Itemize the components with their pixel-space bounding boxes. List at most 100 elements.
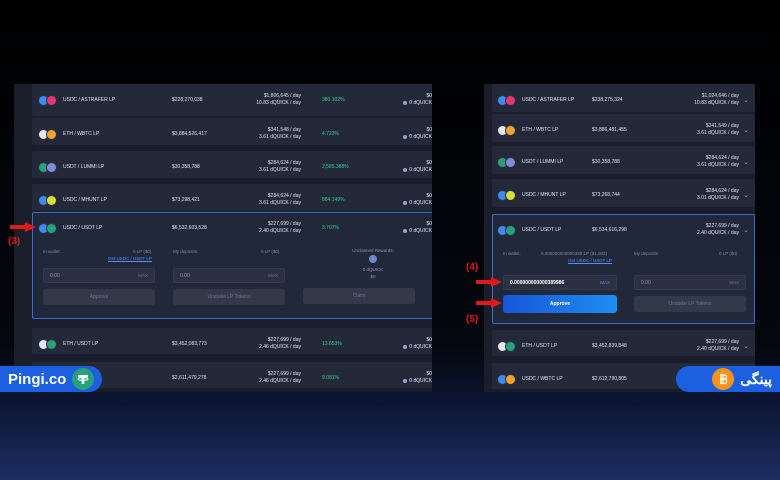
pair-cell: USDC / USDT LP (38, 212, 102, 244)
farm-row[interactable]: USDC / USDT LP $6,532,603,528 $227,699 / d… (32, 212, 432, 244)
unstake-amount-input[interactable]: 0.00 MAX (634, 275, 746, 290)
chevron-down-icon[interactable]: ⌄ (743, 226, 749, 234)
pair-cell: ETH / USDT LP (38, 328, 98, 360)
dquick-token-icon (369, 255, 377, 263)
reward-usd: $227,699 / day (705, 223, 739, 229)
reward-dquick: 2.46 dQUICK / day (259, 378, 301, 384)
get-lp-link[interactable]: Get USDC / USDT LP (568, 258, 612, 263)
earned-cell: $0 0 dQUICK (403, 151, 432, 183)
unclaimed-label: Unclaimed Rewards: (352, 248, 394, 253)
farm-row[interactable]: USDC / ASTRAFER LP $228,270,038 $1,806,645… (32, 84, 432, 116)
reward-dquick: 3.61 dQUICK / day (697, 162, 739, 168)
tvl-value: $73,298,421 (172, 196, 200, 203)
pair-name: USDC / USDT LP (522, 227, 562, 233)
farm-row[interactable]: ETH / USDT LP $3,452,839,848 $227,699 / da… (492, 330, 755, 356)
rewards-cell: $341,549 / day 3.61 dQUICK / day (697, 114, 739, 146)
max-button[interactable]: MAX (138, 273, 148, 278)
bitcoin-logo-icon (712, 368, 735, 390)
earned-usd: $0 (426, 193, 432, 199)
farm-row[interactable]: ETH / WBTC LP $3,886,481,455 $341,549 / da… (492, 114, 755, 142)
my-deposits-label: My deposits: (173, 249, 199, 254)
pair-name: USDT / LUMMI LP (63, 164, 105, 170)
token-pair-icon (38, 338, 57, 350)
tvl-cell: $228,270,038 (172, 84, 203, 116)
rewards-cell: $341,548 / day 3.61 dQUICK / day (259, 118, 301, 150)
max-button[interactable]: MAX (729, 280, 739, 285)
reward-usd: $284,624 / day (705, 155, 739, 161)
reward-usd: $1,806,645 / day (263, 93, 301, 99)
earned-cell: $0 0 dQUICK (403, 362, 432, 392)
pair-cell: USDC / MHUNT LP (497, 179, 566, 211)
tvl-value: $73,268,744 (592, 191, 620, 198)
apr-value: 3.707% (322, 224, 339, 231)
approve-button[interactable]: Approve (43, 289, 155, 305)
token-pair-icon (497, 156, 516, 168)
token-pair-icon (38, 128, 57, 140)
chevron-down-icon[interactable]: ⌄ (743, 96, 749, 104)
farm-row[interactable]: USDT / LUMMI LP $30,358,788 $284,624 / day… (492, 146, 755, 174)
apr-cell: 380.102% (322, 84, 345, 116)
rewards-cell: $227,699 / day 2.46 dQUICK / day (259, 362, 301, 392)
chevron-down-icon[interactable]: ⌄ (743, 342, 749, 350)
reward-usd: $341,548 / day (267, 127, 301, 133)
token-pair-icon (38, 194, 57, 206)
earned-usd: $0 (426, 337, 432, 343)
tvl-cell: $2,612,790,805 (592, 363, 627, 392)
apr-cell: 3.707% (322, 212, 339, 244)
chevron-down-icon[interactable]: ⌄ (743, 191, 749, 199)
farm-row[interactable]: USDC / MHUNT LP $73,268,744 $284,624 / day… (492, 179, 755, 207)
claim-button[interactable]: Claim (303, 288, 415, 304)
stake-amount-input[interactable]: 0.000000000000389986 MAX (503, 275, 617, 290)
farm-row[interactable]: ETH / USDT LP $3,452,083,773 $227,699 / da… (32, 328, 432, 354)
farm-row[interactable]: USDC / ASTRAFER LP $238,275,324 $1,024,646… (492, 84, 755, 112)
earned-cell: $0 0 dQUICK (403, 212, 432, 244)
brand-banner-right: پینگی (676, 366, 780, 392)
reward-dquick: 3.61 dQUICK / day (259, 200, 301, 206)
pair-name: USDC / ASTRAFER LP (522, 97, 575, 103)
unstake-amount-input[interactable]: 0.00 MAX (173, 268, 285, 283)
tvl-cell: $6,534,616,298 (592, 214, 627, 246)
token-pair-icon (497, 224, 516, 236)
unstake-button[interactable]: Unstake LP Tokens (634, 296, 746, 312)
reward-usd: $284,624 / day (267, 193, 301, 199)
reward-dquick: 3.61 dQUICK / day (697, 130, 739, 136)
reward-dquick: 10.83 dQUICK / day (256, 100, 301, 106)
step-label-3: (3) (8, 236, 21, 247)
chevron-down-icon[interactable]: ⌄ (743, 126, 749, 134)
rewards-cell: $1,806,645 / day 10.83 dQUICK / day (256, 84, 301, 116)
chevron-down-icon[interactable]: ⌄ (743, 158, 749, 166)
brand-name: Pingi.co (8, 370, 67, 388)
token-icon (46, 194, 57, 206)
step-label-4: (4) (466, 262, 479, 273)
max-button[interactable]: MAX (268, 273, 278, 278)
farm-row[interactable]: ETH / WBTC LP $3,884,526,417 $341,548 / da… (32, 118, 432, 145)
token-icon (505, 224, 516, 236)
stake-amount-input[interactable]: 0.00 MAX (43, 268, 155, 283)
tvl-value: $238,275,324 (592, 96, 623, 103)
farm-row[interactable]: USDC / MHUNT LP $73,298,421 $284,624 / day… (32, 184, 432, 211)
tvl-cell: $73,268,744 (592, 179, 620, 211)
tvl-value: $3,884,526,417 (172, 130, 207, 137)
pair-cell: USDC / WBTC LP (497, 363, 563, 392)
rewards-cell: $284,624 / day 3.61 dQUICK / day (259, 151, 301, 183)
unstake-button[interactable]: Unstake LP Tokens (173, 289, 285, 305)
reward-dquick: 2.40 dQUICK / day (259, 228, 301, 234)
get-lp-link[interactable]: Get USDC / USDT LP (108, 256, 152, 261)
approve-button[interactable]: Approve (503, 295, 617, 313)
max-button[interactable]: MAX (600, 280, 610, 285)
token-pair-icon (38, 222, 57, 234)
earned-usd: $0 (426, 371, 432, 377)
farm-row[interactable]: USDC / USDT LP $6,534,616,298 $227,699 / d… (492, 214, 755, 246)
earned-usd: $0 (426, 127, 432, 133)
brand-banner-left: Pingi.co (0, 366, 102, 392)
token-pair-icon (497, 124, 516, 136)
farm-row[interactable]: USDT / LUMMI LP $30,358,788 $284,624 / day… (32, 151, 432, 178)
apr-value: 884.149% (322, 196, 345, 203)
farm-list-panel-right: USDC / ASTRAFER LP $238,275,324 $1,024,646… (484, 84, 755, 392)
earned-cell: $0 0 dQUICK (403, 118, 432, 150)
pair-cell: ETH / USDT LP (497, 330, 557, 362)
token-icon (505, 156, 516, 168)
deposit-lp-balance: 0 LP ($0) (719, 251, 738, 256)
tvl-value: $3,452,839,848 (592, 342, 627, 349)
rewards-cell: $227,699 / day2.40 dQUICK / day (697, 330, 739, 362)
